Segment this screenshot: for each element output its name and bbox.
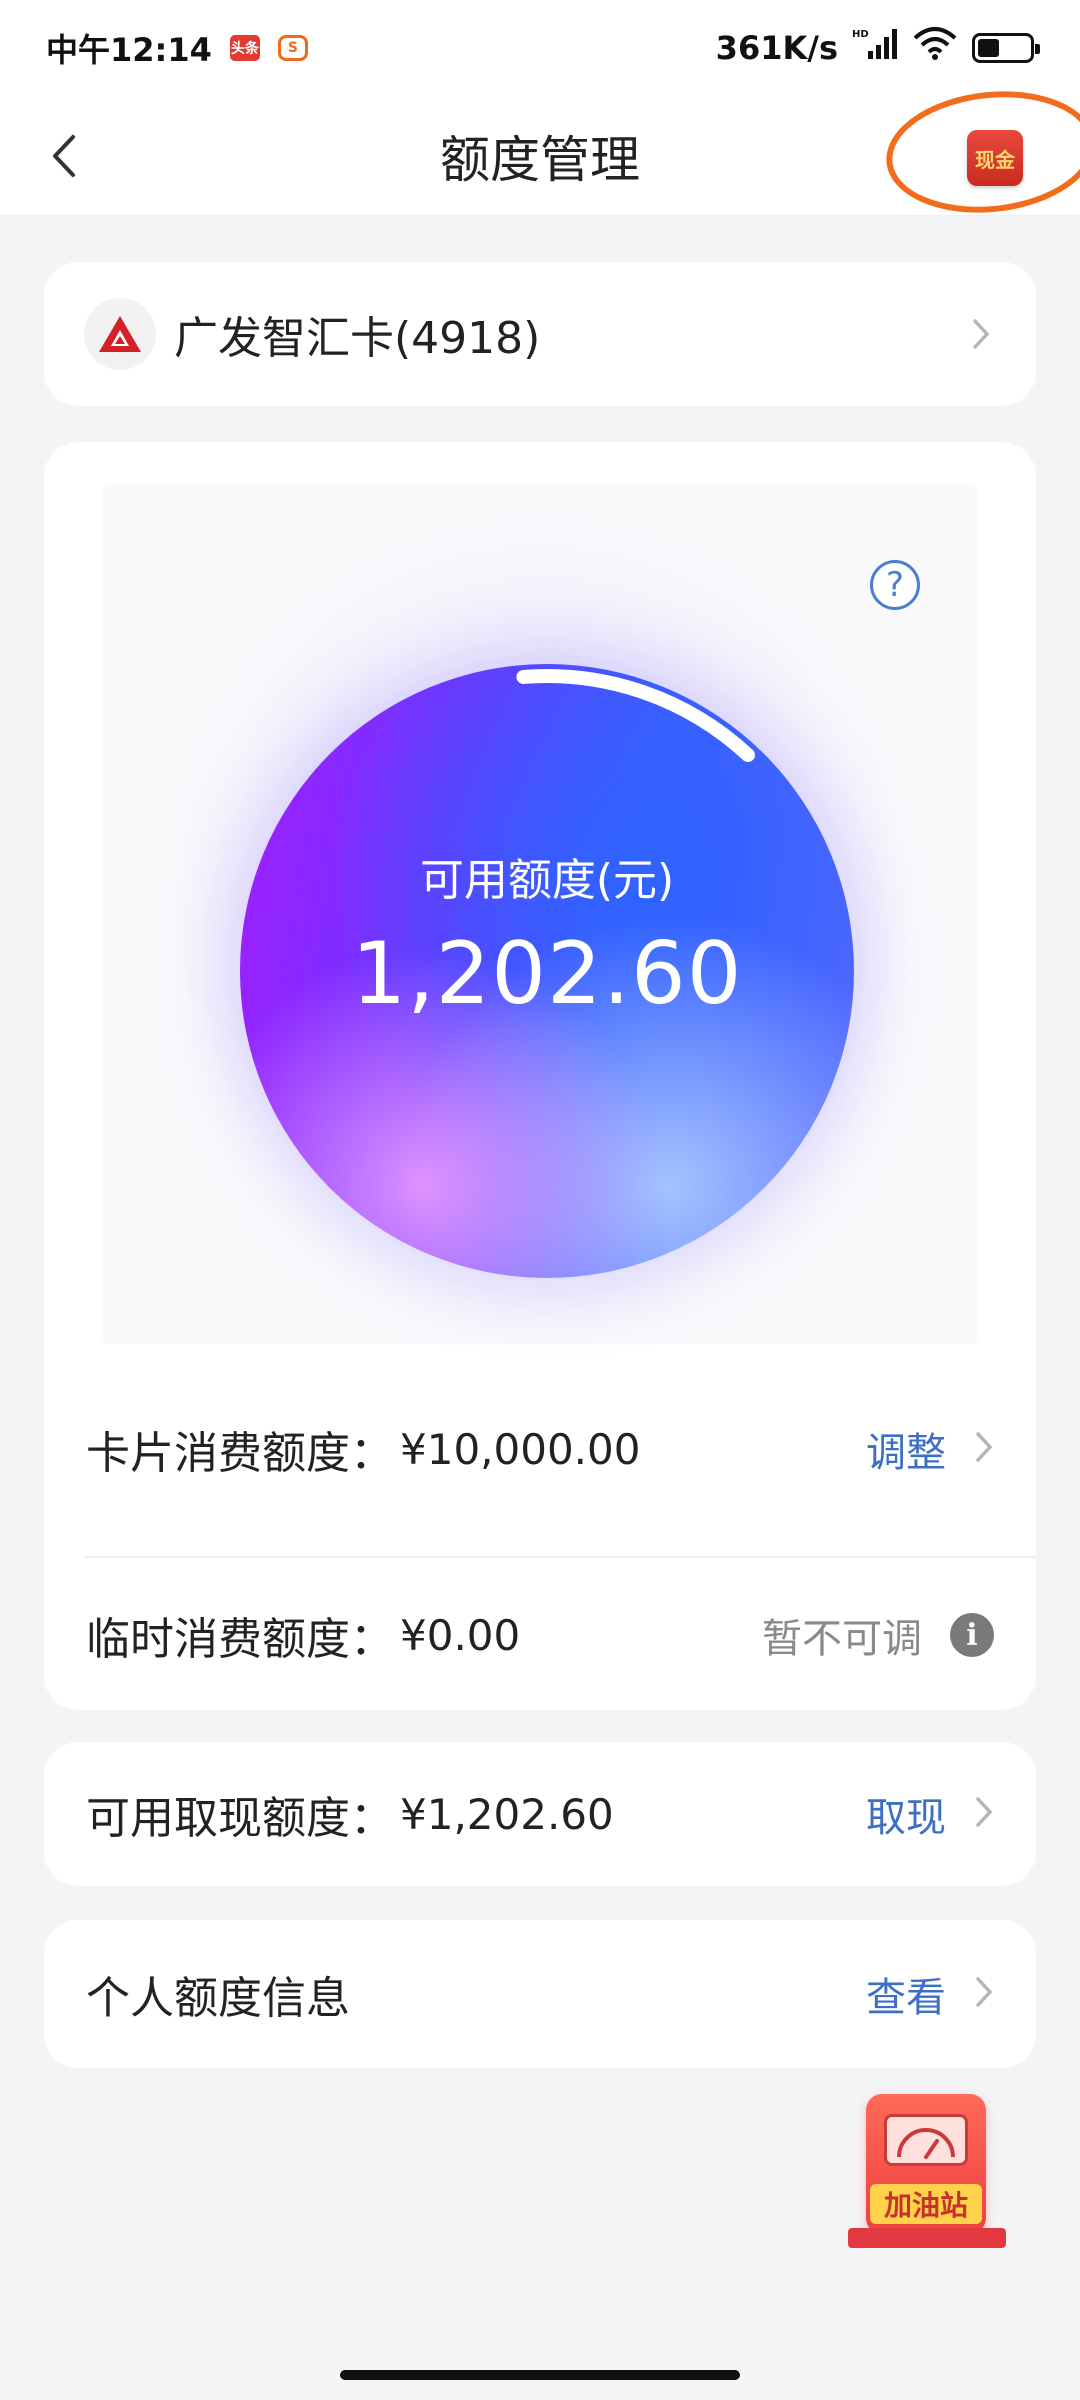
fuel-base xyxy=(848,2228,1006,2248)
available-credit-label: 可用额度(元) xyxy=(419,855,675,906)
chevron-right-icon xyxy=(974,1975,994,2013)
nav-bar: 额度管理 现金 xyxy=(0,81,1080,223)
cash-limit-row[interactable]: 可用取现额度： ¥1,202.60 取现 xyxy=(44,1742,1036,1886)
hd-label: HD xyxy=(852,29,869,40)
temp-limit-status: 暂不可调 xyxy=(762,1616,922,1662)
personal-limit-label: 个人额度信息 xyxy=(86,1973,350,2024)
personal-limit-card[interactable]: 个人额度信息 查看 xyxy=(44,1920,1036,2068)
adjust-link[interactable]: 调整 xyxy=(866,1420,946,1478)
toutiao-icon: 头条 xyxy=(229,35,260,61)
chevron-right-icon xyxy=(966,314,996,354)
card-name: 广发智汇卡(4918) xyxy=(174,313,541,364)
personal-limit-row[interactable]: 个人额度信息 查看 xyxy=(44,1920,1036,2068)
cash-button[interactable]: 现金 xyxy=(950,118,1040,198)
chevron-right-icon xyxy=(974,1795,994,1833)
bank-logo-icon xyxy=(84,298,156,370)
cash-limit-value: ¥1,202.60 xyxy=(400,1789,614,1839)
s-app-icon: S xyxy=(277,35,308,61)
status-right: 361K/s HD xyxy=(715,26,1040,70)
status-bar: 中午12:14 头条 S 361K/s HD xyxy=(0,0,1080,96)
temp-limit-row: 临时消费额度： ¥0.00 暂不可调 i xyxy=(44,1560,1036,1710)
temp-limit-value: ¥0.00 xyxy=(400,1610,521,1660)
gauge-icon xyxy=(884,2114,968,2166)
view-link[interactable]: 查看 xyxy=(866,1965,946,2023)
back-arrow-icon xyxy=(53,135,75,177)
home-indicator[interactable] xyxy=(340,2370,740,2380)
chevron-right-icon xyxy=(974,1430,994,1468)
wifi-icon xyxy=(912,26,958,70)
fuel-station-button[interactable]: 加油站 xyxy=(848,2088,1006,2254)
card-limit-value: ¥10,000.00 xyxy=(400,1424,641,1474)
withdraw-link[interactable]: 取现 xyxy=(866,1785,946,1843)
cash-limit-card[interactable]: 可用取现额度： ¥1,202.60 取现 xyxy=(44,1742,1036,1886)
signal-icon: HD xyxy=(852,27,898,69)
fuel-station-label: 加油站 xyxy=(870,2184,982,2224)
status-time: 中午12:14 xyxy=(46,31,212,69)
help-icon[interactable]: ? xyxy=(870,560,920,610)
card-limit-label: 卡片消费额度： xyxy=(86,1428,394,1479)
available-credit-value: 1,202.60 xyxy=(351,924,743,1024)
credit-orb-area: 可用额度(元) 1,202.60 ? xyxy=(102,484,978,1344)
battery-icon xyxy=(972,33,1040,63)
row-divider xyxy=(84,1556,1036,1558)
card-selector[interactable]: 广发智汇卡(4918) xyxy=(44,262,1036,406)
page-title: 额度管理 xyxy=(440,130,640,189)
cash-limit-label: 可用取现额度： xyxy=(86,1793,394,1844)
credit-overview-card: 可用额度(元) 1,202.60 ? 卡片消费额度： ¥10,000.00 调整… xyxy=(44,442,1036,1710)
info-icon[interactable]: i xyxy=(950,1613,994,1657)
card-limit-row[interactable]: 卡片消费额度： ¥10,000.00 调整 xyxy=(44,1374,1036,1524)
temp-limit-label: 临时消费额度： xyxy=(86,1614,394,1665)
back-button[interactable] xyxy=(34,126,94,186)
network-speed: 361K/s xyxy=(715,29,838,67)
cash-icon: 现金 xyxy=(967,130,1023,186)
